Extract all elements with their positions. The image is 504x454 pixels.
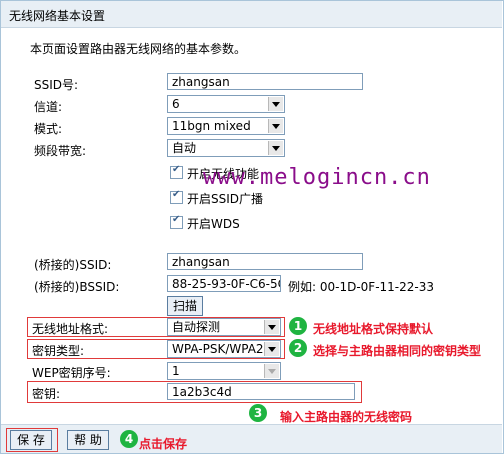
wep-index-select-value: 1 [172,364,180,378]
channel-select-value: 6 [172,97,180,111]
wep-index-label: WEP密钥序号: [32,366,111,380]
bssid-example-text: 例如: 00-1D-0F-11-22-33 [288,280,434,294]
bridge-bssid-input[interactable]: 88-25-93-0F-C6-5C [167,275,281,292]
bandwidth-select[interactable]: 自动 [167,139,285,157]
mode-select[interactable]: 11bgn mixed [167,117,285,135]
key-input[interactable]: 1a2b3c4d [167,383,355,400]
bandwidth-select-value: 自动 [172,141,197,155]
scan-button[interactable]: 扫描 [167,296,203,316]
bridge-ssid-label: (桥接的)SSID: [34,258,112,272]
mode-label: 模式: [34,122,63,136]
ssid-label: SSID号: [34,78,79,92]
key-type-select[interactable]: WPA-PSK/WPA2- [167,340,281,358]
enable-ssid-broadcast-label: 开启SSID广播 [187,192,264,206]
step-1-note: 无线地址格式保持默认 [313,322,434,336]
step-4-note: 点击保存 [139,437,188,451]
enable-wds-label: 开启WDS [187,217,240,231]
mode-select-value: 11bgn mixed [172,119,251,133]
chevron-down-icon [264,342,279,356]
bridge-bssid-label: (桥接的)BSSID: [34,280,120,294]
channel-select[interactable]: 6 [167,95,285,113]
channel-label: 信道: [34,100,63,114]
panel-header: 无线网络基本设置 [1,1,502,28]
step-3-note: 输入主路由器的无线密码 [280,410,413,424]
step-3-badge: 3 [249,404,267,422]
help-button[interactable]: 帮 助 [67,430,109,450]
addr-format-select[interactable]: 自动探测 [167,318,281,336]
page-title: 无线网络基本设置 [9,9,106,23]
chevron-down-icon [268,97,283,111]
key-label: 密钥: [32,387,61,401]
chevron-down-icon [268,141,283,155]
chevron-down-icon [264,364,279,378]
chevron-down-icon [268,119,283,133]
addr-format-label: 无线地址格式: [32,322,109,336]
watermark: www.melogincn.cn [203,165,431,190]
enable-wds-checkbox[interactable] [170,214,183,229]
bridge-ssid-input[interactable]: zhangsan [167,253,363,270]
chevron-down-icon [264,320,279,334]
step-1-badge: 1 [289,317,307,335]
step-2-badge: 2 [289,339,307,357]
key-type-select-value: WPA-PSK/WPA2- [172,342,268,356]
addr-format-select-value: 自动探测 [172,320,221,334]
bandwidth-label: 频段带宽: [34,144,87,158]
key-type-label: 密钥类型: [32,344,85,358]
step-2-note: 选择与主路由器相同的密钥类型 [313,344,482,358]
step-4-badge: 4 [120,430,138,448]
wep-index-select[interactable]: 1 [167,362,281,380]
enable-wireless-checkbox[interactable] [170,164,183,179]
page-description: 本页面设置路由器无线网络的基本参数。 [30,42,247,56]
save-button[interactable]: 保 存 [10,430,52,450]
enable-ssid-broadcast-checkbox[interactable] [170,189,183,204]
ssid-input[interactable]: zhangsan [167,73,363,90]
